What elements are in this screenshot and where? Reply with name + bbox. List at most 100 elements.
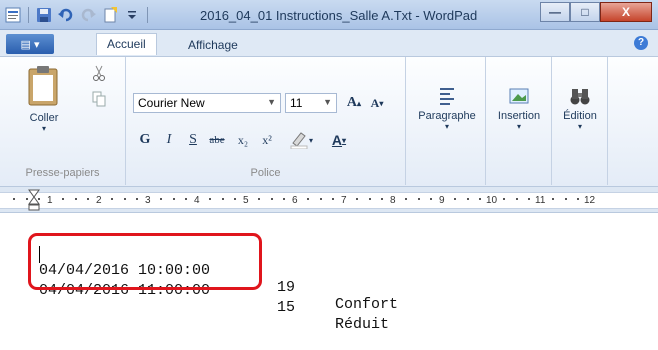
ruler-mark xyxy=(564,198,567,200)
ruler-mark xyxy=(135,198,138,200)
ruler-mark xyxy=(282,198,285,200)
chevron-down-icon[interactable]: ▼ xyxy=(323,97,332,107)
mode-text: Confort xyxy=(335,296,399,313)
ruler-number: 6 xyxy=(292,195,298,206)
ruler-mark xyxy=(331,198,334,200)
ruler-mark xyxy=(25,198,28,200)
font-size-value: 11 xyxy=(290,96,303,110)
redo-icon[interactable] xyxy=(79,6,97,24)
maximize-button[interactable]: □ xyxy=(570,2,600,22)
ruler-number: 9 xyxy=(439,195,445,206)
mode-text: Réduit xyxy=(335,316,390,333)
copy-icon[interactable] xyxy=(88,91,110,110)
text-color-icon: A xyxy=(331,132,343,148)
file-menu-button[interactable]: ▤ ▾ xyxy=(6,34,54,54)
ruler-number: 12 xyxy=(584,195,596,206)
ruler-mark xyxy=(503,198,506,200)
customize-toolbar-icon[interactable] xyxy=(123,6,141,24)
ruler-mark xyxy=(368,198,371,200)
chevron-down-icon: ▾ xyxy=(577,122,582,131)
new-document-icon[interactable] xyxy=(101,6,119,24)
bold-button[interactable]: G xyxy=(134,129,156,151)
tab-accueil[interactable]: Accueil xyxy=(96,33,157,55)
ruler-mark xyxy=(172,198,175,200)
ruler-mark xyxy=(307,198,310,200)
clipboard-group: Coller ▾ Presse-papiers xyxy=(0,57,126,185)
underline-button[interactable]: S xyxy=(182,129,204,151)
cut-icon[interactable] xyxy=(88,65,110,84)
ruler-number: 4 xyxy=(194,195,200,206)
picture-icon xyxy=(509,88,529,104)
ruler-mark xyxy=(270,198,273,200)
ruler-mark xyxy=(258,198,261,200)
ruler-number: 8 xyxy=(390,195,396,206)
ruler-number: 1 xyxy=(47,195,53,206)
edit-label: Édition xyxy=(563,110,597,122)
ruler-mark xyxy=(233,198,236,200)
font-name-value: Courier New xyxy=(138,96,205,110)
shrink-font-button[interactable]: A ▾ xyxy=(366,92,388,114)
font-name-combo[interactable]: Courier New ▼ xyxy=(133,93,281,113)
ruler-mark xyxy=(405,198,408,200)
ruler-mark xyxy=(86,198,89,200)
window-controls: — □ X xyxy=(540,2,652,22)
minimize-button[interactable]: — xyxy=(540,2,570,22)
ribbon: Coller ▾ Presse-papiers Courier New ▼ 11… xyxy=(0,57,658,187)
insert-label: Insertion xyxy=(497,110,541,122)
ruler-mark xyxy=(515,198,518,200)
superscript-button[interactable]: x² xyxy=(256,129,278,151)
paragraph-button[interactable]: Paragraphe ▾ xyxy=(412,85,482,131)
ruler-mark xyxy=(160,198,163,200)
insert-button[interactable]: Insertion ▾ xyxy=(490,85,548,131)
font-size-combo[interactable]: 11 ▼ xyxy=(285,93,337,113)
ruler-mark xyxy=(74,198,77,200)
paste-label: Coller xyxy=(29,112,59,124)
toolbar-separator xyxy=(28,7,29,23)
ruler-number: 5 xyxy=(243,195,249,206)
paragraph-icon xyxy=(440,88,454,105)
save-icon[interactable] xyxy=(35,6,53,24)
grow-font-icon: A xyxy=(346,95,358,110)
ruler-mark xyxy=(466,198,469,200)
strikethrough-button[interactable]: abe xyxy=(206,129,228,151)
ruler-mark xyxy=(184,198,187,200)
help-icon[interactable]: ? xyxy=(634,36,648,50)
chevron-down-icon[interactable]: ▼ xyxy=(267,97,276,107)
undo-icon[interactable] xyxy=(57,6,75,24)
ruler-mark xyxy=(478,198,481,200)
paste-button[interactable]: Coller ▾ xyxy=(24,63,64,133)
ruler-mark xyxy=(221,198,224,200)
ruler-mark xyxy=(111,198,114,200)
ruler-number: 10 xyxy=(486,195,498,206)
ruler[interactable]: 1 2 3 4 5 6 7 8 9 10 11 12 xyxy=(0,187,658,213)
toolbar-separator xyxy=(147,7,148,23)
wordpad-icon[interactable] xyxy=(4,6,22,24)
indent-marker-icon[interactable] xyxy=(28,189,40,211)
text-color-button[interactable]: A ▾ xyxy=(322,129,356,151)
ruler-mark xyxy=(576,198,579,200)
paragraph-label: Paragraphe xyxy=(418,110,476,122)
chevron-down-icon: ▾ xyxy=(41,124,46,133)
paragraph-group: Paragraphe ▾ xyxy=(406,57,486,185)
italic-button[interactable]: I xyxy=(158,129,180,151)
annotation-highlight-box xyxy=(28,233,262,290)
highlight-color-button[interactable]: ▾ xyxy=(284,129,318,151)
tab-affichage[interactable]: Affichage xyxy=(180,36,246,54)
ribbon-tabs: ▤ ▾ Accueil Affichage ? xyxy=(0,30,658,57)
ruler-mark xyxy=(454,198,457,200)
window-title: 2016_04_01 Instructions_Salle A.Txt - Wo… xyxy=(200,8,478,23)
ruler-mark xyxy=(552,198,555,200)
font-group-label: Police xyxy=(250,167,281,179)
ruler-mark xyxy=(527,198,530,200)
highlighter-icon xyxy=(290,132,308,149)
value-text: 19 xyxy=(277,279,296,296)
subscript-button[interactable]: x₂ xyxy=(232,129,254,151)
edit-button[interactable]: Édition ▾ xyxy=(556,85,604,131)
grow-font-button[interactable]: A ▴ xyxy=(343,92,365,114)
quick-access-toolbar xyxy=(4,6,150,24)
chevron-down-icon: ▾ xyxy=(308,135,313,145)
ruler-number: 2 xyxy=(96,195,102,206)
value-text: 15 xyxy=(277,299,296,316)
chevron-down-icon: ▾ xyxy=(444,122,449,131)
close-button[interactable]: X xyxy=(600,2,652,22)
